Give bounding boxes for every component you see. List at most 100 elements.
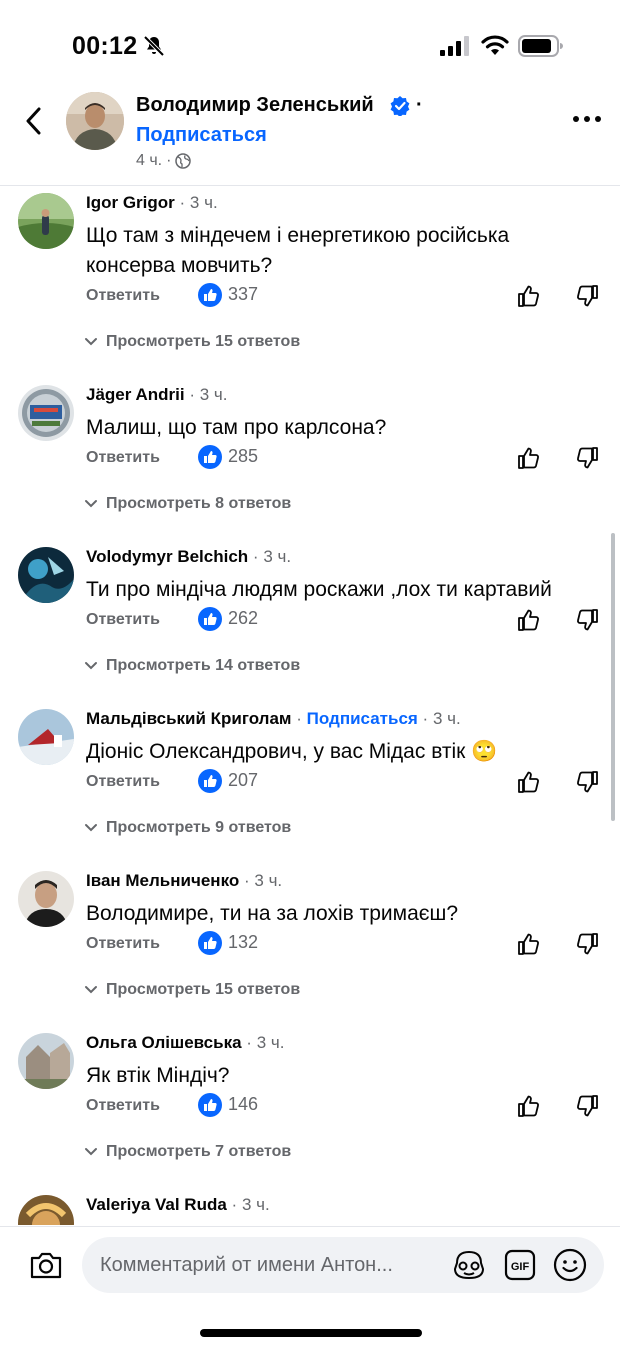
thumb-down-icon[interactable] [574, 769, 600, 795]
commenter-avatar[interactable] [18, 193, 74, 249]
comment-header: Volodymyr Belchich · 3 ч. [86, 547, 291, 567]
thumb-up-icon[interactable] [516, 1093, 542, 1119]
avatar-sticker-icon[interactable] [452, 1249, 486, 1281]
comment-actions: Ответить 262 [86, 607, 606, 637]
like-badge-icon [198, 1093, 222, 1117]
view-replies-button[interactable]: Просмотреть 7 ответов [84, 1143, 291, 1161]
reply-button[interactable]: Ответить [86, 287, 160, 305]
reply-button[interactable]: Ответить [86, 935, 160, 953]
view-replies-label: Просмотреть 15 ответов [106, 333, 301, 350]
view-replies-button[interactable]: Просмотреть 15 ответов [84, 981, 300, 999]
comment-header: Ольга Олішевська · 3 ч. [86, 1033, 284, 1053]
commenter-name[interactable]: Valeriya Val Ruda [86, 1195, 227, 1214]
chevron-down-icon [85, 662, 97, 670]
view-replies-label: Просмотреть 14 ответов [106, 657, 301, 674]
follow-author-link[interactable]: Подписаться [136, 124, 267, 147]
comment-actions: Ответить 132 [86, 931, 606, 961]
like-count: 132 [228, 932, 259, 952]
chevron-down-icon [85, 986, 97, 994]
commenter-avatar[interactable] [18, 871, 74, 927]
thumb-down-icon[interactable] [574, 931, 600, 957]
thumb-down-icon[interactable] [574, 283, 600, 309]
view-replies-label: Просмотреть 7 ответов [106, 1143, 292, 1160]
view-replies-label: Просмотреть 8 ответов [106, 495, 292, 512]
globe-icon [175, 153, 192, 169]
comment-actions: Ответить 285 [86, 445, 606, 475]
reply-button[interactable]: Ответить [86, 449, 160, 467]
comment-header: Jäger Andrii · 3 ч. [86, 385, 227, 405]
thumb-down-icon[interactable] [574, 607, 600, 633]
commenter-name[interactable]: Іван Мельниченко [86, 871, 239, 890]
meta-separator: · [243, 871, 250, 890]
thumb-up-icon[interactable] [516, 769, 542, 795]
commenter-name[interactable]: Jäger Andrii [86, 385, 185, 404]
like-badge-icon [198, 769, 222, 793]
chevron-down-icon [85, 1148, 97, 1156]
comment-text: Діоніс Олександрович, у вас Мідас втік 🙄 [86, 740, 498, 763]
comment-time: 3 ч. [199, 385, 228, 404]
comment-header: Valeriya Val Ruda · 3 ч. [86, 1195, 270, 1215]
chevron-down-icon [85, 824, 97, 832]
status-bar: 00:12 [0, 0, 620, 92]
commenter-avatar[interactable] [18, 547, 74, 603]
commenter-name[interactable]: Ольга Олішевська [86, 1033, 242, 1052]
reply-button[interactable]: Ответить [86, 773, 160, 791]
like-badge-icon [198, 931, 222, 955]
commenter-name[interactable]: Volodymyr Belchich [86, 547, 248, 566]
commenter-avatar[interactable] [18, 1195, 74, 1225]
follow-commenter-link[interactable]: Подписаться [307, 709, 418, 728]
more-options-icon[interactable] [572, 114, 602, 124]
view-replies-button[interactable]: Просмотреть 8 ответов [84, 495, 291, 513]
commenter-name[interactable]: Мальдівський Криголам [86, 709, 292, 728]
wifi-icon [481, 35, 509, 55]
like-badge-icon [198, 607, 222, 631]
verified-badge-icon [390, 96, 410, 116]
thumb-up-icon[interactable] [516, 445, 542, 471]
like-count: 337 [228, 284, 259, 304]
meta-separator: · [189, 385, 195, 404]
scrollbar[interactable] [611, 533, 615, 821]
comment-time: 3 ч. [263, 547, 292, 566]
svg-text:GIF: GIF [511, 1261, 530, 1273]
commenter-name[interactable]: Igor Grigor [86, 193, 175, 212]
comment-text: Малиш, що там про карлсона? [86, 416, 387, 439]
view-replies-button[interactable]: Просмотреть 9 ответов [84, 819, 291, 837]
emoji-icon[interactable] [552, 1247, 588, 1283]
comment-actions: Ответить 337 [86, 283, 606, 313]
commenter-avatar[interactable] [18, 709, 74, 765]
gif-icon[interactable]: GIF [504, 1249, 536, 1281]
meta-separator: · [422, 709, 429, 728]
chevron-down-icon [85, 500, 97, 508]
post-meta: 4 ч. · [136, 152, 192, 170]
thumb-up-icon[interactable] [516, 931, 542, 957]
like-count: 285 [228, 446, 259, 466]
author-separator: · [416, 94, 423, 116]
comment-header: Igor Grigor · 3 ч. [86, 193, 218, 213]
comment-header: Іван Мельниченко · 3 ч. [86, 871, 282, 891]
comment-time: 3 ч. [256, 1033, 285, 1052]
thumb-down-icon[interactable] [574, 1093, 600, 1119]
like-count: 207 [228, 770, 259, 790]
meta-separator: · [296, 709, 302, 728]
view-replies-button[interactable]: Просмотреть 15 ответов [84, 333, 300, 351]
comment-time: 3 ч. [254, 871, 283, 890]
post-author-name[interactable]: Володимир Зеленський [136, 94, 374, 117]
view-replies-button[interactable]: Просмотреть 14 ответов [84, 657, 300, 675]
thumb-up-icon[interactable] [516, 283, 542, 309]
view-replies-label: Просмотреть 9 ответов [106, 819, 292, 836]
comment-text: Що там з міндечем і енергетикою російськ… [86, 224, 510, 277]
reply-button[interactable]: Ответить [86, 1097, 160, 1115]
commenter-avatar[interactable] [18, 1033, 74, 1089]
meta-separator: · [246, 1033, 252, 1052]
thumb-up-icon[interactable] [516, 607, 542, 633]
camera-icon[interactable] [28, 1249, 64, 1281]
back-chevron-icon[interactable] [20, 104, 48, 138]
thumb-down-icon[interactable] [574, 445, 600, 471]
author-avatar[interactable] [66, 92, 124, 150]
status-time: 00:12 [72, 32, 138, 60]
meta-separator: · [252, 547, 259, 566]
comment-text: Володимире, ти на за лохів тримаєш? [86, 902, 459, 925]
commenter-avatar[interactable] [18, 385, 74, 441]
reply-button[interactable]: Ответить [86, 611, 160, 629]
comments-list[interactable]: Igor Grigor · 3 ч. Що там з міндечем і е… [0, 187, 620, 1225]
